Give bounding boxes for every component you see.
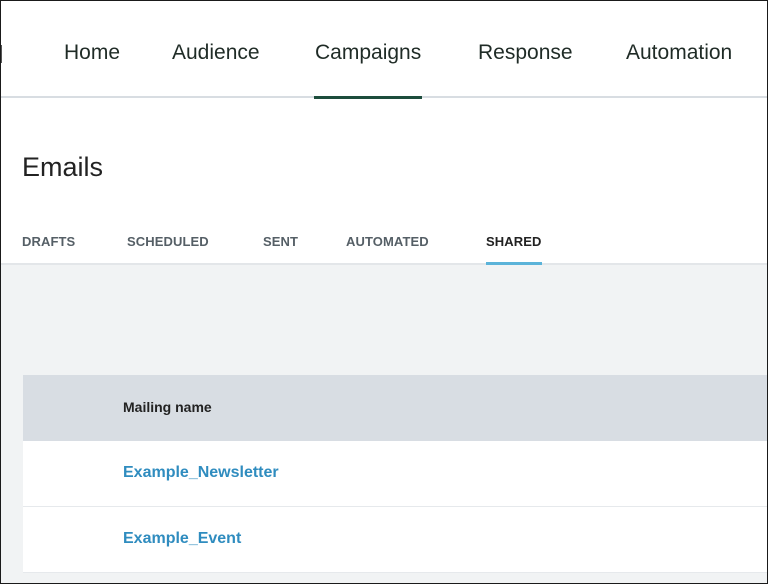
nav-item-audience[interactable]: Audience — [172, 41, 260, 65]
top-navigation: Home Audience Campaigns Response Automat… — [1, 1, 767, 99]
nav-item-automation[interactable]: Automation — [626, 41, 732, 65]
tab-scheduled[interactable]: SCHEDULED — [127, 234, 209, 249]
tab-drafts[interactable]: DRAFTS — [22, 234, 75, 249]
column-header-mailing-name[interactable]: Mailing name — [123, 399, 212, 415]
table-row: Example_Newsletter — [23, 441, 767, 507]
edge-divider — [1, 45, 2, 63]
page-title: Emails — [22, 152, 104, 182]
tab-shared[interactable]: SHARED — [486, 234, 542, 265]
mailing-link[interactable]: Example_Event — [123, 530, 241, 548]
table-header: Mailing name — [23, 375, 767, 441]
content-area: Mailing name Example_Newsletter Example_… — [1, 265, 767, 583]
email-tabs: DRAFTS SCHEDULED SENT AUTOMATED SHARED — [1, 227, 767, 265]
nav-item-response[interactable]: Response — [478, 41, 573, 65]
mailing-link[interactable]: Example_Newsletter — [123, 464, 279, 482]
nav-item-home[interactable]: Home — [64, 41, 120, 65]
nav-item-campaigns[interactable]: Campaigns — [313, 41, 423, 99]
tab-automated[interactable]: AUTOMATED — [346, 234, 429, 249]
mailings-table: Mailing name Example_Newsletter Example_… — [23, 375, 767, 573]
tab-sent[interactable]: SENT — [263, 234, 298, 249]
app-window: Home Audience Campaigns Response Automat… — [0, 0, 768, 584]
table-row: Example_Event — [23, 507, 767, 573]
